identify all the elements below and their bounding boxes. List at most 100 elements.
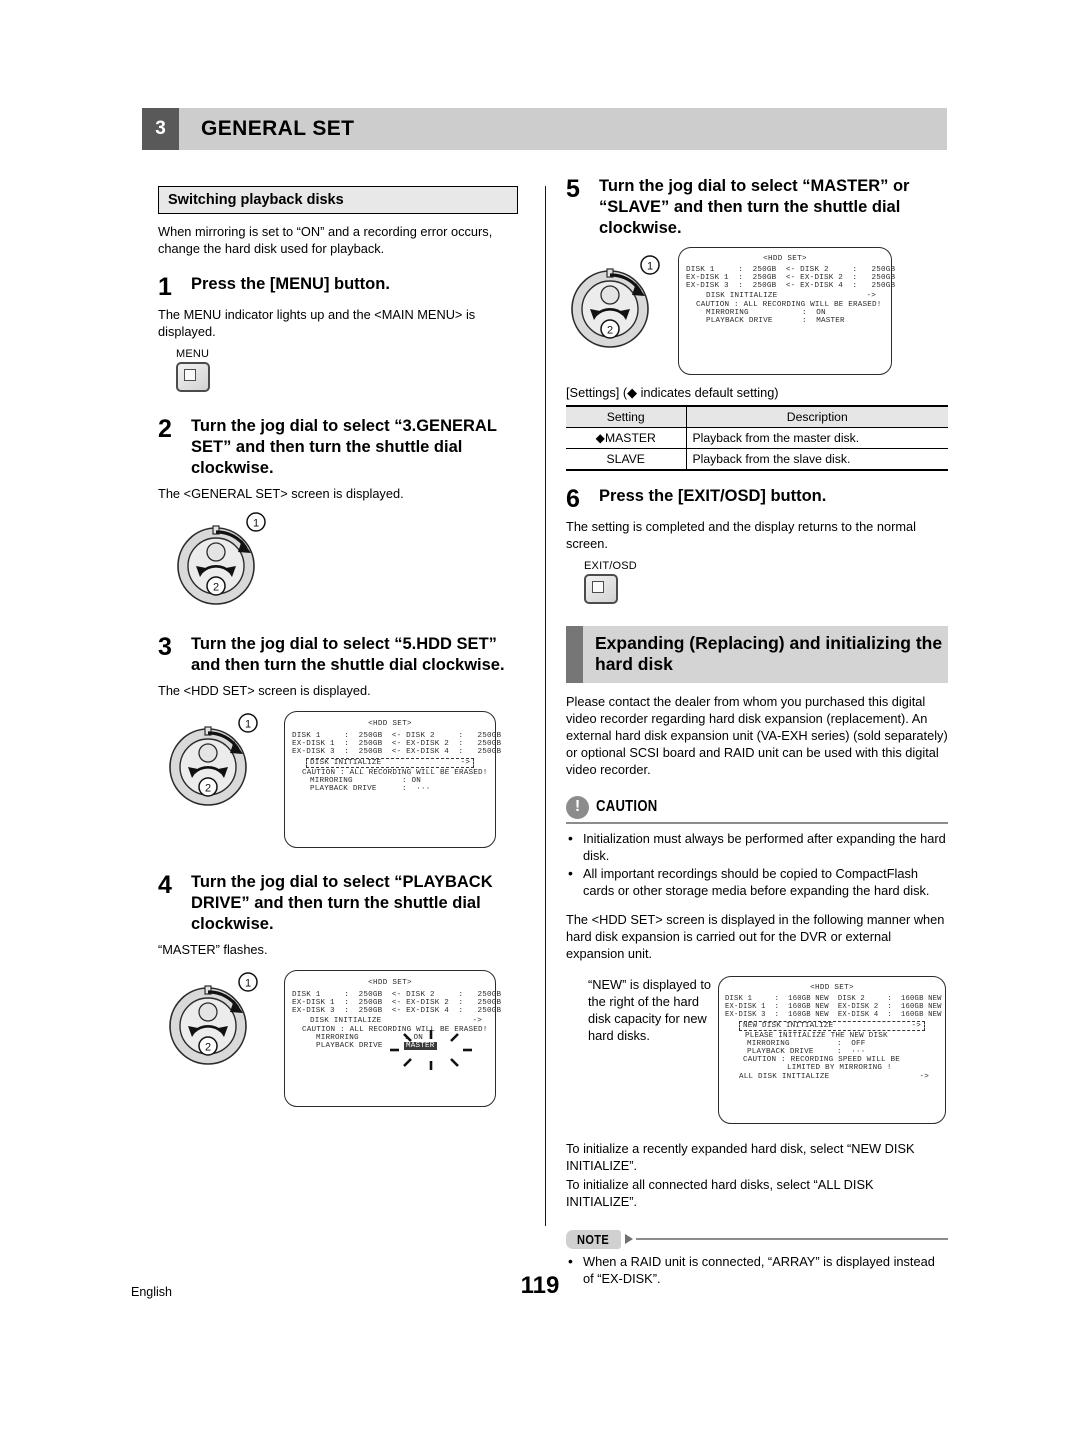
osd-mirroring-row[interactable]: MIRRORING : OFF bbox=[747, 1040, 939, 1048]
jog-dial-illustration-step3: 1 2 bbox=[164, 709, 284, 813]
osd-disk-row: EX-DISK 1 : 250GB <- EX-DISK 2 : 250GB bbox=[292, 739, 502, 748]
osd-caution-line-2: LIMITED BY MIRRORING ! bbox=[787, 1063, 892, 1072]
note-tab: NOTE bbox=[566, 1229, 621, 1249]
step-3: 3 Turn the jog dial to select “5.HDD SET… bbox=[158, 634, 518, 676]
hdd-expand-body-text: The <HDD SET> screen is displayed in the… bbox=[566, 911, 945, 961]
osd-caution-line: CAUTION : ALL RECORDING WILL BE ERASED! bbox=[302, 768, 488, 777]
osd-disk-row: EX-DISK 3 : 250GB <- EX-DISK 4 : 250GB bbox=[292, 747, 502, 756]
osd-disk-row: DISK 1 : 250GB <- DISK 2 : 250GB bbox=[292, 990, 502, 999]
osd-disk-initialize-label: DISK INITIALIZE bbox=[310, 758, 382, 767]
column-divider bbox=[545, 186, 546, 1226]
osd-playback-drive-row[interactable]: PLAYBACK DRIVE : ··· bbox=[747, 1048, 939, 1056]
chapter-header: 3 GENERAL SET bbox=[142, 108, 947, 150]
page-number: 119 bbox=[520, 1272, 560, 1299]
settings-table: Setting Description ◆MASTER Playback fro… bbox=[566, 404, 948, 471]
step-5: 5 Turn the jog dial to select “MASTER” o… bbox=[566, 176, 948, 239]
jog-dial-icon: 1 2 bbox=[571, 255, 660, 348]
setting-value: SLAVE bbox=[566, 448, 687, 471]
jog-dial-illustration-step5: 1 2 bbox=[566, 251, 678, 355]
osd-disk-initialize-item[interactable]: DISK INITIALIZE -> bbox=[310, 1017, 482, 1025]
osd-new-disk-initialize-arrow: -> bbox=[911, 1021, 921, 1030]
osd-disk-initialize-label: DISK INITIALIZE bbox=[706, 291, 778, 300]
jog-dial-illustration-step4: 1 2 bbox=[164, 968, 284, 1072]
init-body-text-1: To initialize a recently expanded hard d… bbox=[566, 1140, 915, 1173]
svg-text:1: 1 bbox=[253, 517, 259, 529]
osd-disk-row: EX-DISK 3 : 250GB <- EX-DISK 4 : 250GB bbox=[292, 1006, 502, 1015]
setting-description: Playback from the master disk. bbox=[686, 427, 948, 449]
menu-button-label: MENU bbox=[176, 348, 210, 361]
table-header-row: Setting Description bbox=[566, 404, 948, 428]
step-2-note: The <GENERAL SET> screen is displayed. bbox=[158, 485, 404, 501]
osd-mirroring-label: MIRRORING bbox=[310, 776, 353, 785]
jog-dial-icon: 1 2 bbox=[169, 971, 258, 1065]
osd-mirroring-row[interactable]: MIRRORING : ON bbox=[706, 309, 884, 317]
osd-caution-line: CAUTION : ALL RECORDING WILL BE ERASED! bbox=[696, 300, 882, 309]
step-3-note: The <HDD SET> screen is displayed. bbox=[158, 682, 371, 698]
step-6: 6 Press the [EXIT/OSD] button. bbox=[566, 486, 948, 512]
left-column: Switching playback disks When mirroring … bbox=[158, 186, 518, 1107]
osd-disk-initialize-item[interactable]: DISK INITIALIZE -> bbox=[306, 757, 474, 768]
exit-osd-button-icon[interactable] bbox=[584, 573, 618, 604]
step-5-figures: 1 2 <HDD SET> DISK 1 : 250GB <- DISK 2 :… bbox=[566, 245, 948, 375]
heading-text: Expanding (Replacing) and initializing t… bbox=[595, 632, 943, 675]
osd-caution-line-1: CAUTION : RECORDING SPEED WILL BE bbox=[743, 1055, 900, 1064]
list-item: Initialization must always be performed … bbox=[566, 829, 948, 864]
osd-playback-drive-label: PLAYBACK DRIVE bbox=[310, 784, 377, 793]
new-disk-caption: “NEW” is displayed to the right of the h… bbox=[588, 976, 712, 1043]
osd-all-disk-initialize-item[interactable]: ALL DISK INITIALIZE -> bbox=[739, 1073, 929, 1081]
menu-button-icon[interactable] bbox=[176, 362, 210, 393]
osd-new-disk-initialize-label: NEW DISK INITIALIZE bbox=[743, 1021, 834, 1030]
table-row: ◆MASTER Playback from the master disk. bbox=[566, 427, 948, 449]
osd-please-initialize-line: PLEASE INITIALIZE THE NEW DISK bbox=[745, 1031, 888, 1040]
osd-playback-drive-row[interactable]: PLAYBACK DRIVE : MASTER bbox=[706, 317, 884, 325]
osd-playback-drive-value: : ··· bbox=[837, 1047, 866, 1056]
osd-playback-drive-row[interactable]: PLAYBACK DRIVE : ··· bbox=[310, 785, 488, 793]
osd-disk-row: EX-DISK 1 : 160GB NEW EX-DISK 2 : 160GB … bbox=[725, 1002, 942, 1011]
svg-text:2: 2 bbox=[607, 324, 613, 336]
step-4-note: “MASTER” flashes. bbox=[158, 941, 268, 957]
step-4: 4 Turn the jog dial to select “PLAYBACK … bbox=[158, 872, 518, 935]
osd-mirroring-value: : OFF bbox=[837, 1039, 866, 1048]
osd-disk-row: EX-DISK 3 : 250GB <- EX-DISK 4 : 250GB bbox=[686, 281, 896, 290]
table-row: SLAVE Playback from the slave disk. bbox=[566, 448, 948, 471]
manual-page: 3 GENERAL SET Switching playback disks W… bbox=[0, 0, 1080, 1454]
new-disk-figure-group: “NEW” is displayed to the right of the h… bbox=[566, 975, 948, 1124]
osd-screen-hdd-set-step4: <HDD SET> DISK 1 : 250GB <- DISK 2 : 250… bbox=[284, 969, 502, 1107]
osd-title: <HDD SET> bbox=[368, 719, 412, 728]
svg-text:2: 2 bbox=[213, 581, 219, 593]
osd-disk-row: EX-DISK 1 : 250GB <- EX-DISK 2 : 250GB bbox=[292, 998, 502, 1007]
step-6-note: The setting is completed and the display… bbox=[566, 518, 916, 551]
note-divider bbox=[635, 1238, 948, 1241]
chapter-number: 3 bbox=[142, 108, 179, 150]
list-item: All important recordings should be copie… bbox=[566, 864, 948, 899]
osd-all-disk-initialize-arrow: -> bbox=[919, 1072, 929, 1081]
column-header-description: Description bbox=[686, 404, 948, 428]
osd-all-disk-initialize-label: ALL DISK INITIALIZE bbox=[739, 1072, 830, 1081]
section-heading-switching-playback-disks: Switching playback disks bbox=[158, 186, 518, 214]
osd-new-disk-initialize-item[interactable]: NEW DISK INITIALIZE -> bbox=[739, 1020, 925, 1031]
note-arrow-icon bbox=[624, 1234, 633, 1245]
intro-text: When mirroring is set to “ON” and a reco… bbox=[158, 224, 493, 257]
osd-screen-hdd-set-step3: <HDD SET> DISK 1 : 250GB <- DISK 2 : 250… bbox=[284, 710, 502, 848]
step-4-number: 4 bbox=[158, 870, 172, 899]
svg-text:2: 2 bbox=[205, 782, 211, 794]
step-3-number: 3 bbox=[158, 632, 172, 661]
svg-text:1: 1 bbox=[647, 260, 653, 272]
step-2: 2 Turn the jog dial to select “3.GENERAL… bbox=[158, 416, 518, 479]
osd-mirroring-row[interactable]: MIRRORING : ON bbox=[310, 777, 488, 785]
exit-osd-button-label: EXIT/OSD bbox=[584, 559, 637, 572]
osd-playback-drive-label: PLAYBACK DRIVE bbox=[706, 316, 773, 325]
osd-disk-row: DISK 1 : 250GB <- DISK 2 : 250GB bbox=[686, 265, 896, 274]
osd-disk-initialize-item[interactable]: DISK INITIALIZE -> bbox=[706, 292, 876, 300]
init-body-text-2: To initialize all connected hard disks, … bbox=[566, 1176, 874, 1209]
osd-disk-row: DISK 1 : 160GB NEW DISK 2 : 160GB NEW bbox=[725, 994, 942, 1003]
osd-screen-hdd-set-step5: <HDD SET> DISK 1 : 250GB <- DISK 2 : 250… bbox=[678, 246, 896, 375]
osd-playback-drive-value: : ··· bbox=[402, 784, 431, 793]
osd-mirroring-value: : ON bbox=[802, 308, 826, 317]
step-4-figures: 1 2 <HDD SET> DISK 1 : 250GB <- DISK 2 :… bbox=[158, 962, 518, 1107]
heading-accent-bar bbox=[566, 625, 583, 683]
osd-playback-drive-row[interactable]: PLAYBACK DRIVE MASTER bbox=[316, 1029, 488, 1070]
note-label: NOTE bbox=[577, 1231, 610, 1247]
exit-osd-button-illustration: EXIT/OSD bbox=[584, 560, 646, 604]
caution-divider bbox=[566, 821, 948, 824]
